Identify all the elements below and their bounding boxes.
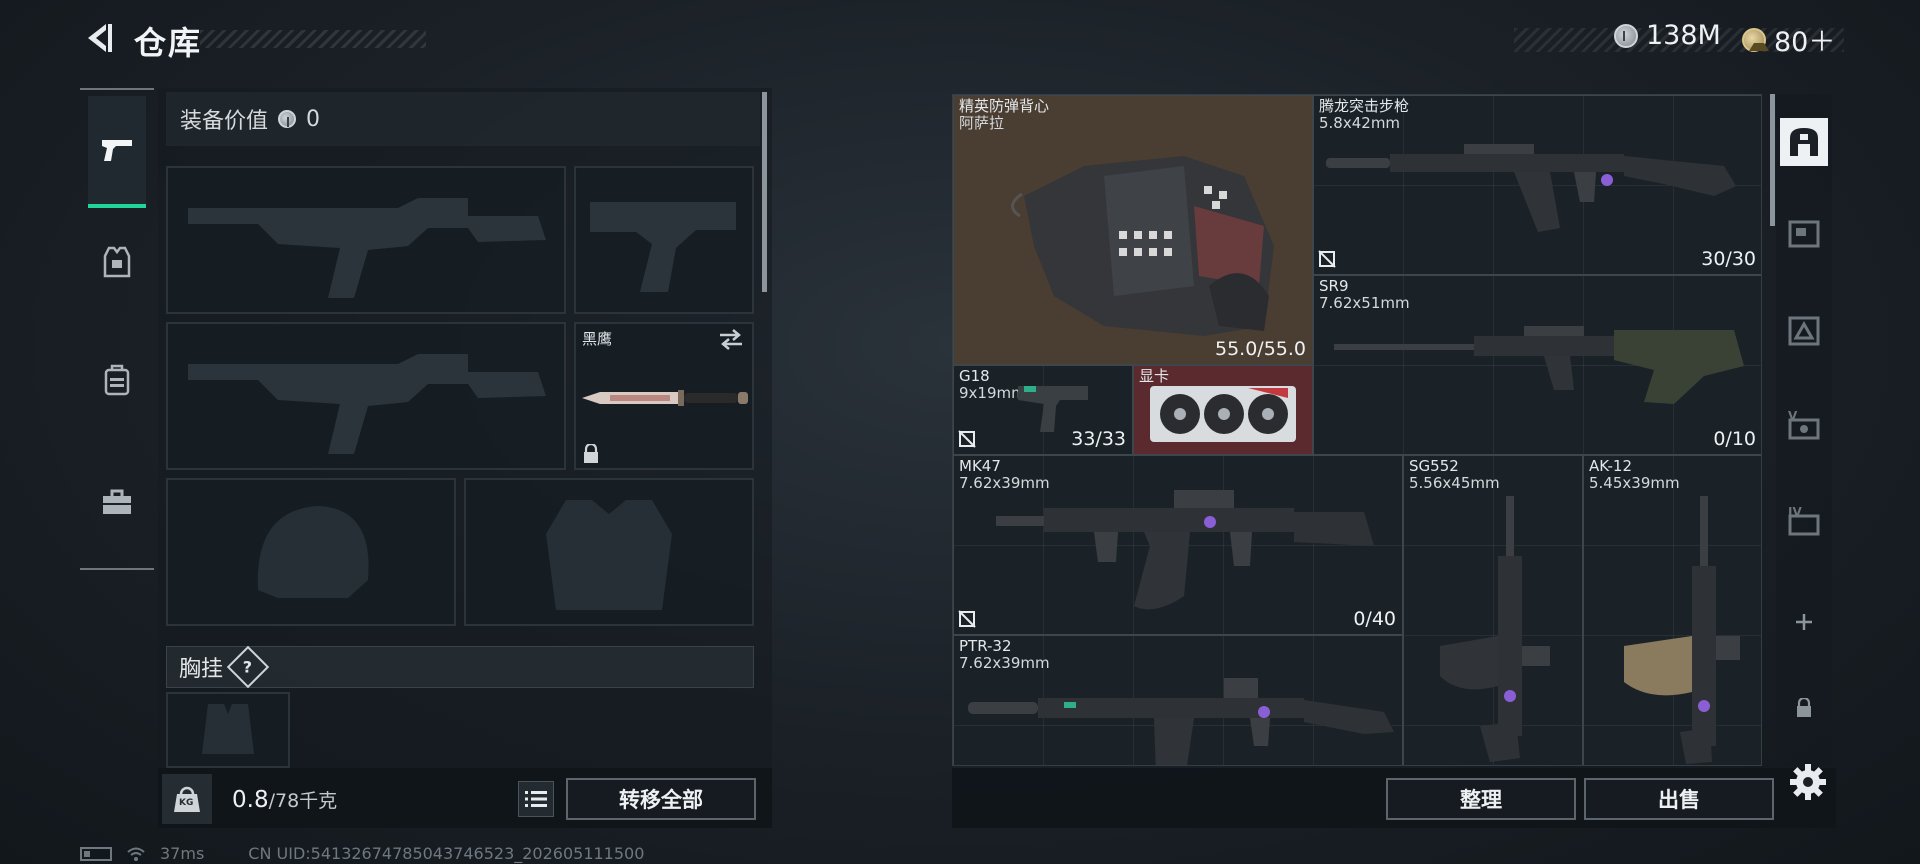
stash-item-sg552[interactable]: SG552 5.56x45mm — [1403, 455, 1583, 765]
weight-current: 0.8 — [232, 787, 269, 813]
stash-scrollbar[interactable] — [1770, 94, 1775, 226]
transfer-all-button[interactable]: 转移全部 — [566, 778, 756, 820]
no-trade-icon — [1318, 250, 1336, 268]
tab-stash-main[interactable] — [1780, 118, 1828, 166]
sort-button[interactable]: 整理 — [1386, 778, 1576, 820]
equipment-value-bar: 装备价值 0 — [166, 92, 760, 146]
armor-slot[interactable] — [464, 478, 754, 626]
pistol-silhouette-icon — [590, 202, 736, 292]
plus-icon — [1796, 614, 1812, 630]
help-icon[interactable]: ? — [226, 645, 270, 689]
gold-coin-icon — [1742, 27, 1769, 52]
wifi-icon — [127, 847, 145, 861]
sr9-rifle-image — [1334, 326, 1744, 404]
tab-backpack[interactable] — [88, 324, 146, 436]
equipment-category-tabs — [80, 88, 154, 570]
tab-weapons[interactable] — [88, 96, 146, 208]
user-uid: CN UID:54132674785043746523_202605111500 — [248, 844, 645, 863]
back-arrow-icon[interactable] — [80, 20, 116, 56]
tab-armor[interactable] — [88, 206, 146, 318]
silver-currency[interactable]: 138M — [1614, 20, 1721, 51]
ak12-rifle-image — [1624, 496, 1740, 764]
ptr32-rifle-image — [968, 678, 1394, 765]
tab-locked[interactable] — [1780, 684, 1828, 732]
gold-amount: 80＋ — [1774, 27, 1836, 58]
weight-icon: KG — [162, 774, 212, 824]
stash-grid: 精英防弹背心 阿萨拉 55.0/55.0 腾龙突击步枪 5.8x42mm 30/… — [952, 94, 1762, 766]
stash-item-armor-vest[interactable]: 精英防弹背心 阿萨拉 55.0/55.0 — [953, 95, 1313, 365]
chest-rig-header: 胸挂 ? — [166, 645, 754, 689]
stash-box-icon: IV — [1788, 505, 1820, 536]
system-status-bar: 37ms CN UID:54132674785043746523_2026051… — [80, 844, 644, 863]
tab-stash-5[interactable]: V — [1780, 400, 1828, 448]
tab-add-stash[interactable] — [1780, 598, 1828, 646]
melee-slot[interactable]: 黑鹰 — [574, 322, 754, 470]
settings-gear-icon[interactable] — [1788, 762, 1828, 802]
ping-value: 37ms — [160, 844, 205, 863]
list-view-button[interactable] — [518, 781, 554, 817]
chest-rig-slot[interactable] — [166, 692, 290, 768]
silver-amount: 138M — [1646, 20, 1721, 51]
pistol-slot[interactable] — [574, 166, 754, 314]
rifle-silhouette-icon — [188, 354, 546, 454]
mk47-rifle-image — [996, 490, 1374, 610]
stash-item-mk47[interactable]: MK47 7.62x39mm 0/40 — [953, 455, 1403, 635]
weight-readout: 0.8/78千克 — [232, 786, 337, 813]
helmet-slot[interactable] — [166, 478, 456, 626]
stash-box-icon — [1788, 220, 1820, 248]
briefcase-icon — [103, 489, 131, 514]
assault-rifle-image — [1326, 144, 1736, 232]
graphics-card-image — [1150, 386, 1296, 442]
helmet-silhouette-icon — [257, 506, 369, 598]
stash-item-sr9[interactable]: SR9 7.62x51mm 0/10 — [1313, 275, 1761, 455]
weight-max: /78千克 — [268, 790, 338, 812]
stash-item-assault-rifle[interactable]: 腾龙突击步枪 5.8x42mm 30/30 — [1313, 95, 1761, 275]
sg552-rifle-image — [1440, 496, 1550, 762]
equipment-value: 0 — [306, 106, 321, 132]
lock-icon — [1797, 698, 1811, 717]
title-decoration — [200, 30, 426, 48]
tab-stash-1[interactable] — [1780, 208, 1828, 256]
stash-main-icon — [1790, 128, 1818, 156]
no-trade-icon — [958, 610, 976, 628]
stash-box-icon — [1788, 316, 1820, 346]
primary-weapon-slot-2[interactable] — [166, 322, 566, 470]
backpack-icon — [104, 364, 130, 396]
equipment-scrollbar[interactable] — [762, 92, 767, 292]
list-icon — [525, 791, 547, 807]
chest-rig-label: 胸挂 — [179, 657, 224, 682]
stash-item-g18[interactable]: G18 9x19mm 33/33 — [953, 365, 1133, 455]
stash-page-tabs: V IV — [1776, 94, 1832, 766]
tab-stash-2[interactable] — [1780, 306, 1828, 354]
tab-stash-4[interactable]: IV — [1780, 496, 1828, 544]
armor-vest-icon — [103, 246, 131, 278]
no-trade-icon — [958, 430, 976, 448]
pistol-icon — [102, 140, 132, 161]
page-title: 仓库 — [134, 24, 203, 62]
rifle-silhouette-icon — [188, 198, 546, 298]
silver-coin-icon — [1614, 23, 1638, 48]
chest-rig-silhouette-icon — [202, 704, 254, 754]
gold-currency[interactable]: 80＋ — [1742, 20, 1835, 59]
tab-toolcase[interactable] — [88, 446, 146, 558]
silver-coin-icon — [278, 110, 297, 128]
armor-vest-image — [1011, 156, 1274, 336]
knife-icon — [582, 390, 748, 406]
melee-weapon-name: 黑鹰 — [582, 330, 613, 348]
primary-weapon-slot-1[interactable] — [166, 166, 566, 314]
lock-icon — [584, 444, 598, 463]
stash-box-icon: V — [1788, 409, 1820, 440]
stash-item-graphics-card[interactable]: 显卡 — [1133, 365, 1313, 455]
swap-icon[interactable] — [718, 328, 744, 350]
stash-item-ptr32[interactable]: PTR-32 7.62x39mm — [953, 635, 1403, 765]
battery-icon — [80, 846, 112, 861]
equipment-value-label: 装备价值 — [180, 109, 269, 134]
vest-silhouette-icon — [546, 500, 672, 610]
sell-button[interactable]: 出售 — [1584, 778, 1774, 820]
stash-item-ak12[interactable]: AK-12 5.45x39mm — [1583, 455, 1761, 765]
